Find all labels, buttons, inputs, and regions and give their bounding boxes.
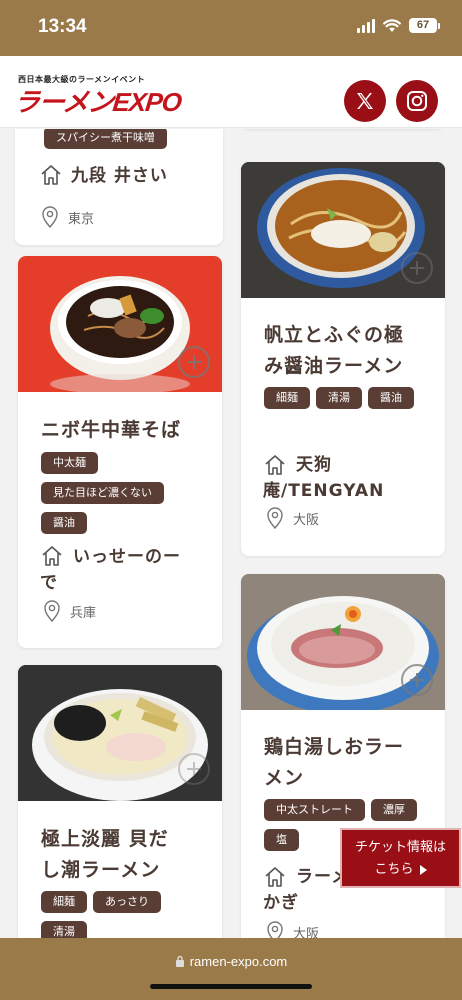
shop-location: 東京 <box>40 205 94 229</box>
ticket-label-line-2: こちら <box>374 862 414 877</box>
tag-list: 細麺 清湯 醤油 <box>264 387 434 409</box>
browser-url-bar[interactable]: ramen-expo.com <box>0 938 462 1000</box>
ticket-label-line-1: チケット情報は <box>354 840 446 855</box>
ramen-card[interactable]: ニボ牛中華そば 中太麺 見た目ほど濃くない 醤油 いっせーのー で 兵庫 <box>18 256 222 648</box>
wifi-icon <box>383 18 401 32</box>
tag: 醤油 <box>41 512 87 534</box>
shop-name-line-1: いっせーのー <box>73 547 181 567</box>
ramen-card[interactable]: 帆立とふぐの極 み醤油ラーメン 細麺 清湯 醤油 天狗 庵/TENGYAN 大阪 <box>241 162 445 556</box>
tag: 中太ストレート <box>264 799 365 821</box>
tag: 細麺 <box>41 891 87 913</box>
ramen-title: 帆立とふぐの極 み醤油ラーメン <box>264 324 405 377</box>
add-favorite-button[interactable] <box>178 346 210 378</box>
ticket-info-button[interactable]: チケット情報は こちら <box>340 828 461 888</box>
ramen-title: ニボ牛中華そば <box>41 419 182 441</box>
tag: 濃厚 <box>371 799 417 821</box>
ramen-card[interactable]: スパイシー煮干味噌 九段 井さい 東京 <box>15 129 223 245</box>
x-social-button[interactable] <box>344 80 386 122</box>
shop-location: 兵庫 <box>42 599 96 623</box>
tag: 醤油 <box>368 387 414 409</box>
instagram-social-button[interactable] <box>396 80 438 122</box>
shop-location: 大阪 <box>265 920 319 938</box>
location-pin-icon <box>267 921 283 938</box>
ramen-title: 鶏白湯しおラー メン <box>264 736 405 789</box>
tag: 清湯 <box>41 921 87 938</box>
shop-name-text: 九段 井さい <box>71 166 168 186</box>
site-logo[interactable]: ラーメンEXPO <box>12 82 183 119</box>
tag: 中太麺 <box>41 452 98 474</box>
location-text: 兵庫 <box>70 605 97 621</box>
home-icon <box>265 455 285 475</box>
tag: 見た目ほど濃くない <box>41 482 164 504</box>
location-pin-icon <box>267 507 283 530</box>
arrow-right-icon <box>419 864 427 875</box>
ramen-card[interactable]: 極上淡麗 貝だ し潮ラーメン 細麺 あっさり 清湯 <box>18 665 222 938</box>
status-icons: 67 <box>357 18 440 33</box>
add-favorite-button[interactable] <box>401 664 433 696</box>
tag: あっさり <box>93 891 161 913</box>
home-icon <box>42 546 62 566</box>
status-time: 13:34 <box>38 16 87 37</box>
location-text: 大阪 <box>293 512 320 528</box>
home-indicator[interactable] <box>150 984 312 989</box>
x-logo-icon <box>357 93 373 109</box>
ramen-title: 極上淡麗 貝だ し潮ラーメン <box>41 828 169 881</box>
url-display[interactable]: ramen-expo.com <box>0 954 462 969</box>
add-favorite-button[interactable] <box>178 753 210 785</box>
tag: 塩 <box>264 829 299 851</box>
shop-name-line-1: 天狗 <box>296 455 332 475</box>
site-header: 西日本最大級のラーメンイベント ラーメンEXPO <box>0 56 462 128</box>
location-pin-icon <box>42 206 58 229</box>
tag-list: 中太麺 見た目ほど濃くない 醤油 <box>41 452 211 534</box>
tag-list: スパイシー煮干味噌 <box>44 129 214 149</box>
add-favorite-button[interactable] <box>401 252 433 284</box>
ramen-list: スパイシー煮干味噌 九段 井さい 東京 ニボ牛中華そば 中太麺 見た目ほど濃くな… <box>0 129 462 938</box>
tag: 細麺 <box>264 387 310 409</box>
url-text: ramen-expo.com <box>189 954 288 969</box>
tag-list: 細麺 あっさり 清湯 <box>41 891 211 938</box>
tag: スパイシー煮干味噌 <box>44 129 167 149</box>
shop-name-line-2: かぎ <box>263 893 299 913</box>
location-pin-icon <box>44 600 60 623</box>
cellular-signal-icon <box>357 18 375 33</box>
location-text: 東京 <box>68 211 95 227</box>
battery-icon: 67 <box>409 18 440 33</box>
instagram-icon <box>407 91 427 111</box>
location-text: 大阪 <box>293 926 320 939</box>
tag: 清湯 <box>316 387 362 409</box>
battery-level: 67 <box>409 18 437 33</box>
home-icon <box>41 165 61 185</box>
shop-name: 九段 井さい <box>39 163 219 189</box>
status-bar: 13:34 67 <box>0 0 462 56</box>
shop-name-line-2: で <box>40 573 58 593</box>
lock-icon <box>175 955 184 967</box>
shop-name-line-2: 庵/TENGYAN <box>263 481 385 501</box>
shop-location: 大阪 <box>265 506 319 530</box>
home-icon <box>265 867 285 887</box>
